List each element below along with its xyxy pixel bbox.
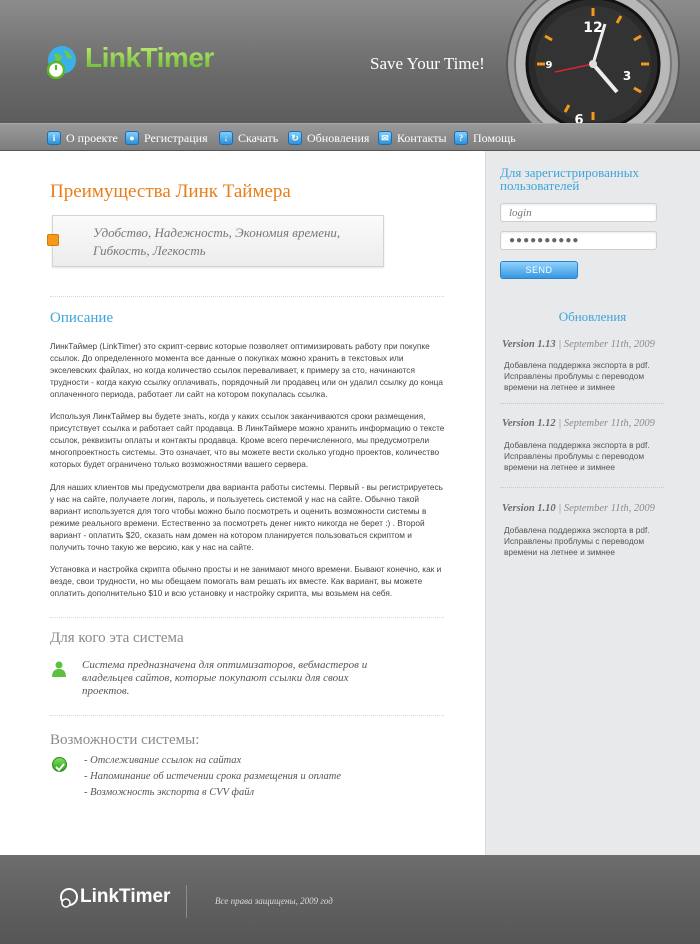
user-icon: ● <box>125 131 139 145</box>
nav-item-contacts[interactable]: ✉ Контакты <box>378 130 447 146</box>
check-icon <box>52 757 67 772</box>
divider <box>50 617 444 618</box>
globe-clock-icon <box>46 46 76 80</box>
version-date: | September 11th, 2009 <box>555 339 655 350</box>
features-text: Удобство, Надежность, Экономия времени, … <box>93 225 341 258</box>
description-paragraph-2: Используя ЛинкТаймер вы будете знать, ко… <box>50 411 445 469</box>
version-number: Version 1.10 <box>502 503 556 514</box>
clock-icon: 12 3 6 9 <box>506 0 680 123</box>
version-date: | September 11th, 2009 <box>555 418 655 429</box>
download-icon: ↓ <box>219 131 233 145</box>
nav-label: О проекте <box>66 131 118 145</box>
footer-logo-text: LinkTimer <box>80 886 171 907</box>
site-logo[interactable]: LinkTimer <box>46 42 226 82</box>
clock-number-9: 9 <box>546 60 553 71</box>
clock-number-12: 12 <box>583 20 602 36</box>
version-number: Version 1.13 <box>502 339 556 350</box>
capability-item: - Отслеживание ссылок на сайтах <box>84 755 242 766</box>
divider <box>50 715 444 716</box>
who-heading: Для кого эта система <box>50 630 184 646</box>
nav-label: Регистрация <box>144 131 208 145</box>
nav-label: Помощь <box>473 131 516 145</box>
divider <box>50 296 444 297</box>
copyright: Все права защищены, 2009 год <box>215 896 333 906</box>
nav-item-about[interactable]: i О проекте <box>47 130 118 146</box>
divider <box>500 403 664 404</box>
clock-number-3: 3 <box>623 69 631 83</box>
globe-clock-icon <box>60 888 78 908</box>
capabilities-heading: Возможности системы: <box>50 732 200 748</box>
description-paragraph-3: Для наших клиентов мы предусмотрели два … <box>50 482 443 552</box>
update-version: Version 1.12 | September 11th, 2009 <box>502 418 655 429</box>
info-icon: i <box>47 131 61 145</box>
features-box: Удобство, Надежность, Экономия времени, … <box>47 215 384 267</box>
update-note: Добавлена поддержка экспорта в pdf. Испр… <box>504 440 650 472</box>
description-paragraph-1: ЛинкТаймер (LinkTimer) это скрипт-сервис… <box>50 341 444 399</box>
main-nav: i О проекте ● Регистрация ↓ Скачать ↻ Об… <box>0 123 700 151</box>
description-paragraph-4: Установка и настройка скрипта обычно про… <box>50 564 442 598</box>
nav-item-download[interactable]: ↓ Скачать <box>219 130 278 146</box>
help-icon: ? <box>454 131 468 145</box>
update-version: Version 1.13 | September 11th, 2009 <box>502 339 655 350</box>
password-input[interactable]: ●●●●●●●●●● <box>500 231 657 250</box>
tagline: Save Your Time! <box>370 54 485 73</box>
clock-number-6: 6 <box>574 113 583 123</box>
mail-icon: ✉ <box>378 131 392 145</box>
thumbs-up-icon <box>47 234 59 246</box>
registered-heading: Для зарегистрированных пользователей <box>500 165 640 193</box>
footer-divider <box>186 885 187 918</box>
footer-logo[interactable]: LinkTimer <box>60 886 190 910</box>
page-title: Преимущества Линк Таймера <box>50 181 291 202</box>
site-header: LinkTimer Save Your Time! 12 3 6 9 <box>0 0 700 123</box>
user-icon <box>52 661 66 677</box>
nav-item-updates[interactable]: ↻ Обновления <box>288 130 369 146</box>
nav-label: Контакты <box>397 131 447 145</box>
send-button[interactable]: SEND <box>500 261 578 279</box>
version-number: Version 1.12 <box>502 418 556 429</box>
nav-item-help[interactable]: ? Помощь <box>454 130 516 146</box>
refresh-icon: ↻ <box>288 131 302 145</box>
version-date: | September 11th, 2009 <box>555 503 655 514</box>
update-note: Добавлена поддержка экспорта в pdf. Испр… <box>504 525 650 557</box>
description-heading: Описание <box>50 310 114 326</box>
updates-heading: Обновления <box>558 309 627 324</box>
nav-item-registration[interactable]: ● Регистрация <box>125 130 208 146</box>
divider <box>500 487 664 488</box>
capability-item: - Напоминание об истечении срока размеще… <box>84 771 342 782</box>
nav-label: Обновления <box>307 131 370 145</box>
update-version: Version 1.10 | September 11th, 2009 <box>502 503 655 514</box>
capability-item: - Возможность экспорта в CVV файл <box>84 787 255 798</box>
who-text: Система предназначена для оптимизаторов,… <box>82 659 368 697</box>
update-note: Добавлена поддержка экспорта в pdf. Испр… <box>504 360 650 392</box>
login-input[interactable] <box>500 203 657 222</box>
nav-label: Скачать <box>238 131 279 145</box>
logo-text: LinkTimer <box>85 42 214 73</box>
